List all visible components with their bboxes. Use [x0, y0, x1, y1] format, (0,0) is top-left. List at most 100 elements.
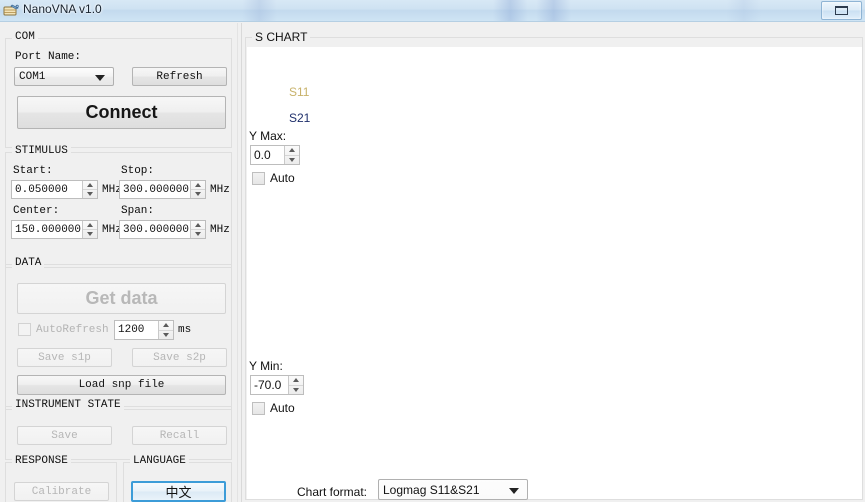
y-min-stepper[interactable] [288, 376, 303, 394]
span-frequency-stepper[interactable] [190, 221, 205, 238]
autorefresh-interval-unit: ms [178, 324, 192, 336]
stop-frequency-stepper[interactable] [190, 181, 205, 198]
state-recall-button[interactable]: Recall [132, 426, 227, 445]
com-group-title: COM [12, 31, 38, 43]
save-s1p-button[interactable]: Save s1p [17, 348, 112, 367]
language-group-title: LANGUAGE [130, 455, 189, 467]
caret-down-icon [289, 157, 295, 162]
chevron-down-icon [509, 487, 519, 494]
start-stepper-down[interactable] [83, 190, 97, 198]
interval-stepper-up[interactable] [159, 321, 173, 330]
caret-up-icon [87, 183, 93, 187]
left-control-panel: COM Port Name: COM1 Refresh Connect STIM… [0, 23, 237, 502]
caret-down-icon [195, 232, 201, 236]
get-data-button[interactable]: Get data [17, 283, 226, 314]
autorefresh-interval-stepper[interactable] [158, 321, 173, 339]
y-max-auto-label: Auto [270, 171, 295, 185]
title-bar[interactable]: NanoVNA v1.0 [0, 0, 865, 22]
y-min-label: Y Min: [249, 359, 283, 373]
start-stepper-up[interactable] [83, 181, 97, 189]
autorefresh-interval-value: 1200 [118, 324, 145, 336]
application-window: NanoVNA v1.0 COM Port Name: COM1 Refresh… [0, 0, 865, 502]
stop-frequency-input[interactable]: 300.000000 [119, 180, 206, 199]
language-toggle-label: 中文 [165, 486, 192, 501]
span-stepper-up[interactable] [191, 221, 205, 229]
port-name-label: Port Name: [15, 51, 82, 63]
y-max-value: 0.0 [254, 148, 271, 162]
data-group: DATA Get data AutoRefresh 1200 ms Save s… [5, 257, 232, 410]
span-unit-label: MHz [210, 224, 230, 236]
y-min-value: -70.0 [254, 378, 282, 392]
restore-window-button[interactable] [821, 1, 862, 20]
chart-format-combo[interactable]: Logmag S11&S21 [378, 479, 528, 500]
stop-stepper-down[interactable] [191, 190, 205, 198]
span-stepper-down[interactable] [191, 230, 205, 238]
caret-up-icon [87, 223, 93, 227]
state-save-button[interactable]: Save [17, 426, 112, 445]
s-chart-group: S CHART S11 S21 Y Max: 0.0 Auto Y Min: -… [245, 30, 863, 500]
y-min-stepper-down[interactable] [289, 386, 303, 395]
caret-down-icon [87, 192, 93, 196]
start-frequency-input[interactable]: 0.050000 [11, 180, 98, 199]
y-min-input[interactable]: -70.0 [250, 375, 304, 395]
connect-button[interactable]: Connect [17, 96, 226, 129]
span-frequency-input[interactable]: 300.000000 [119, 220, 206, 239]
response-group-title: RESPONSE [12, 455, 71, 467]
stop-label: Stop: [121, 165, 155, 177]
legend-s11: S11 [289, 85, 310, 99]
y-max-auto-checkbox[interactable] [252, 172, 265, 185]
y-max-stepper-up[interactable] [285, 146, 299, 155]
stop-stepper-up[interactable] [191, 181, 205, 189]
save-s2p-label: Save s2p [153, 351, 206, 364]
panel-splitter[interactable] [237, 23, 242, 502]
load-snp-file-button[interactable]: Load snp file [17, 375, 226, 395]
y-max-stepper[interactable] [284, 146, 299, 164]
start-frequency-stepper[interactable] [82, 181, 97, 198]
center-stepper-down[interactable] [83, 230, 97, 238]
chart-canvas[interactable]: S11 S21 Y Max: 0.0 Auto Y Min: -70.0 Aut… [247, 47, 862, 500]
caret-up-icon [163, 323, 169, 328]
restore-icon [835, 6, 848, 15]
caret-down-icon [87, 232, 93, 236]
interval-stepper-down[interactable] [159, 331, 173, 340]
autorefresh-interval-input[interactable]: 1200 [114, 320, 174, 340]
y-min-stepper-up[interactable] [289, 376, 303, 385]
chevron-down-icon [95, 74, 105, 81]
caret-up-icon [195, 223, 201, 227]
app-icon [3, 4, 19, 16]
port-name-combo[interactable]: COM1 [14, 67, 114, 86]
s-chart-group-title: S CHART [252, 30, 311, 44]
get-data-button-label: Get data [85, 288, 158, 308]
center-frequency-stepper[interactable] [82, 221, 97, 238]
save-s2p-button[interactable]: Save s2p [132, 348, 227, 367]
caret-up-icon [293, 378, 299, 383]
stop-frequency-value: 300.000000 [123, 183, 190, 196]
caret-down-icon [293, 387, 299, 392]
caret-up-icon [289, 148, 295, 153]
y-min-auto-label: Auto [270, 401, 295, 415]
center-stepper-up[interactable] [83, 221, 97, 229]
language-toggle-button[interactable]: 中文 [131, 481, 226, 502]
caret-up-icon [195, 183, 201, 187]
data-group-title: DATA [12, 257, 45, 269]
span-label: Span: [121, 205, 155, 217]
com-group: COM Port Name: COM1 Refresh Connect [5, 31, 232, 148]
s-chart-panel: S CHART S11 S21 Y Max: 0.0 Auto Y Min: -… [243, 23, 865, 502]
y-max-stepper-down[interactable] [285, 156, 299, 165]
caret-down-icon [163, 332, 169, 337]
center-frequency-input[interactable]: 150.000000 [11, 220, 98, 239]
span-frequency-value: 300.000000 [123, 223, 190, 236]
calibrate-label: Calibrate [31, 485, 92, 498]
start-label: Start: [13, 165, 53, 177]
chart-format-value: Logmag S11&S21 [383, 482, 480, 497]
stimulus-group-title: STIMULUS [12, 145, 71, 157]
load-snp-file-label: Load snp file [78, 379, 165, 391]
port-name-value: COM1 [19, 70, 46, 83]
refresh-button[interactable]: Refresh [132, 67, 227, 86]
calibrate-button[interactable]: Calibrate [14, 482, 109, 501]
autorefresh-checkbox[interactable] [18, 323, 31, 336]
y-min-auto-checkbox[interactable] [252, 402, 265, 415]
stimulus-group: STIMULUS Start: 0.050000 MHz Stop: 300.0… [5, 145, 232, 268]
response-group: RESPONSE Calibrate [5, 455, 117, 502]
y-max-input[interactable]: 0.0 [250, 145, 300, 165]
